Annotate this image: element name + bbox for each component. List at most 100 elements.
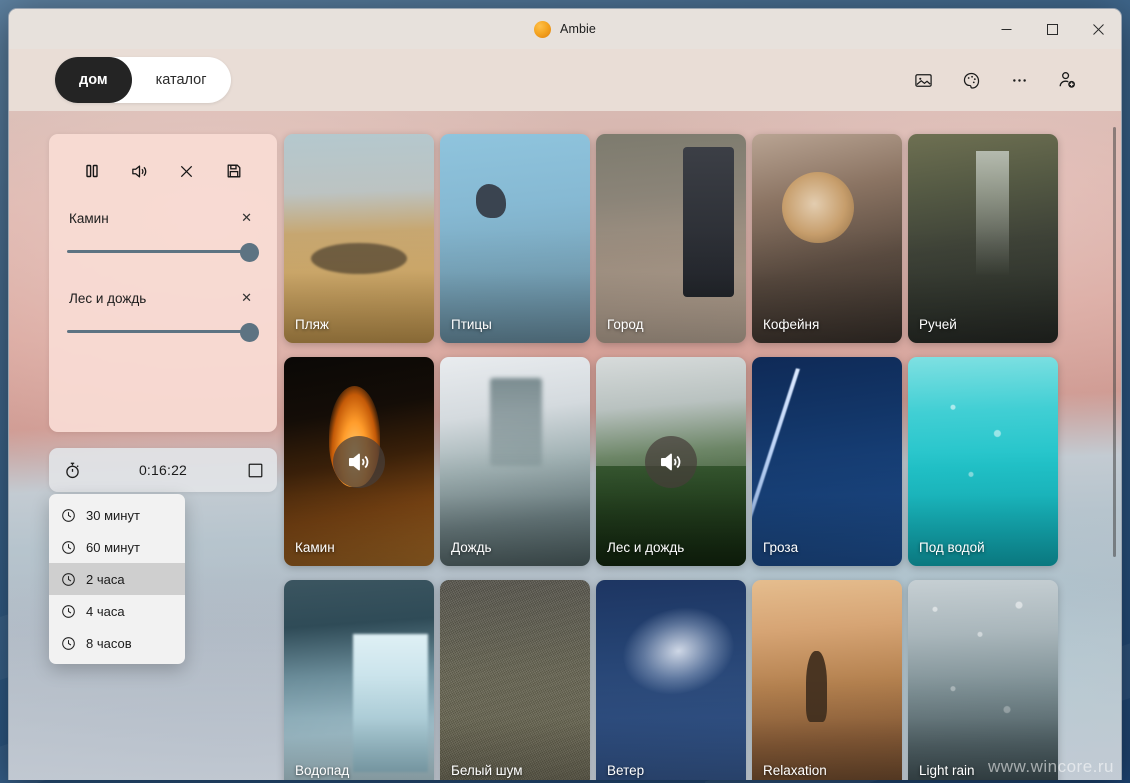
timer-duration-menu: 30 минут 60 минут 2 часа 4 часа 8 часов bbox=[49, 494, 185, 664]
sound-card-label: Белый шум bbox=[451, 763, 523, 778]
playing-speaker-icon[interactable] bbox=[333, 435, 385, 488]
sound-card[interactable]: Пляж bbox=[284, 134, 434, 343]
sound-card-label: Птицы bbox=[451, 317, 492, 332]
window-controls bbox=[983, 9, 1121, 49]
sound-card[interactable]: Камин bbox=[284, 357, 434, 566]
sound-card-overlay bbox=[752, 580, 902, 780]
sound-card-overlay bbox=[752, 357, 902, 566]
sound-card-overlay bbox=[440, 134, 590, 343]
sound-card-label: Пляж bbox=[295, 317, 329, 332]
title-center: Ambie bbox=[9, 9, 1121, 49]
timer-option-30min[interactable]: 30 минут bbox=[49, 499, 185, 531]
sound-card-overlay bbox=[440, 580, 590, 780]
playing-speaker-icon[interactable] bbox=[645, 435, 697, 488]
left-column: Камин ✕ Лес и дождь ✕ 0:16:22 30 минут 6… bbox=[49, 134, 277, 664]
sound-card-overlay bbox=[284, 134, 434, 343]
volume-slider[interactable] bbox=[67, 242, 259, 262]
sound-card[interactable]: Кофейня bbox=[752, 134, 902, 343]
volume-slider-track bbox=[67, 250, 249, 253]
sound-card-overlay bbox=[908, 134, 1058, 343]
sound-card-label: Light rain bbox=[919, 763, 975, 778]
sound-card-label: Кофейня bbox=[763, 317, 820, 332]
clock-icon bbox=[61, 572, 76, 587]
mixer-panel: Камин ✕ Лес и дождь ✕ bbox=[49, 134, 277, 432]
sound-card-overlay bbox=[596, 580, 746, 780]
timer-option-label: 30 минут bbox=[86, 507, 140, 523]
minimize-icon[interactable] bbox=[983, 9, 1029, 49]
sound-card[interactable]: Гроза bbox=[752, 357, 902, 566]
sound-card[interactable]: Под водой bbox=[908, 357, 1058, 566]
app-header: дом каталог bbox=[9, 49, 1121, 111]
stopwatch-icon[interactable] bbox=[63, 461, 89, 480]
app-body: Камин ✕ Лес и дождь ✕ 0:16:22 30 минут 6… bbox=[9, 111, 1121, 780]
scrollbar-thumb[interactable] bbox=[1113, 127, 1116, 557]
sound-card[interactable]: Птицы bbox=[440, 134, 590, 343]
header-actions bbox=[909, 66, 1103, 94]
sound-card[interactable]: Ручей bbox=[908, 134, 1058, 343]
sound-grid: Пляж Птицы Город Кофейня Ручей Камин Дождь Лес … bbox=[284, 134, 1103, 780]
title-bar: Ambie bbox=[9, 9, 1121, 49]
sound-card-overlay bbox=[596, 134, 746, 343]
clock-icon bbox=[61, 508, 76, 523]
sound-card-label: Город bbox=[607, 317, 644, 332]
more-icon[interactable] bbox=[1005, 66, 1033, 94]
mixer-channel-header: Камин ✕ bbox=[67, 208, 259, 228]
stop-square-icon[interactable] bbox=[237, 463, 263, 478]
mixer-channel-header: Лес и дождь ✕ bbox=[67, 288, 259, 308]
app-title: Ambie bbox=[560, 22, 596, 36]
speaker-icon[interactable] bbox=[122, 156, 156, 186]
mixer-channel: Камин ✕ bbox=[67, 208, 259, 262]
mixer-channel-remove-button[interactable]: ✕ bbox=[236, 288, 257, 308]
sound-card[interactable]: Relaxation bbox=[752, 580, 902, 780]
nav-segmented-control: дом каталог bbox=[55, 57, 231, 103]
sound-card-label: Гроза bbox=[763, 540, 799, 555]
tab-catalog[interactable]: каталог bbox=[132, 57, 231, 103]
volume-slider-thumb[interactable] bbox=[240, 243, 259, 262]
mixer-channel-label: Камин bbox=[69, 210, 109, 226]
timer-option-label: 8 часов bbox=[86, 635, 132, 651]
mixer-channel-label: Лес и дождь bbox=[69, 290, 147, 306]
timer-option-label: 2 часа bbox=[86, 571, 125, 587]
sound-card-label: Relaxation bbox=[763, 763, 827, 778]
app-window: Ambie дом каталог Камин ✕ Лес и дождь ✕ … bbox=[8, 8, 1122, 780]
sound-card-label: Ручей bbox=[919, 317, 957, 332]
sound-card-overlay bbox=[284, 580, 434, 780]
sound-card[interactable]: Light rain bbox=[908, 580, 1058, 780]
palette-icon[interactable] bbox=[957, 66, 985, 94]
pause-icon[interactable] bbox=[75, 156, 109, 186]
timer-option-2h[interactable]: 2 часа bbox=[49, 563, 185, 595]
sound-card-overlay bbox=[752, 134, 902, 343]
tab-home[interactable]: дом bbox=[55, 57, 132, 103]
sound-card-label: Лес и дождь bbox=[607, 540, 685, 555]
clock-icon bbox=[61, 636, 76, 651]
timer-option-8h[interactable]: 8 часов bbox=[49, 627, 185, 659]
maximize-icon[interactable] bbox=[1029, 9, 1075, 49]
close-icon[interactable] bbox=[1075, 9, 1121, 49]
ambie-orb-icon bbox=[534, 20, 552, 38]
mixer-channel-remove-button[interactable]: ✕ bbox=[236, 208, 257, 228]
sound-card[interactable]: Город bbox=[596, 134, 746, 343]
timer-panel[interactable]: 0:16:22 bbox=[49, 448, 277, 492]
sound-card-label: Ветер bbox=[607, 763, 645, 778]
add-user-icon[interactable] bbox=[1053, 66, 1081, 94]
image-icon[interactable] bbox=[909, 66, 937, 94]
timer-option-4h[interactable]: 4 часа bbox=[49, 595, 185, 627]
sound-card[interactable]: Лес и дождь bbox=[596, 357, 746, 566]
timer-value: 0:16:22 bbox=[138, 462, 188, 478]
volume-slider-thumb[interactable] bbox=[240, 323, 259, 342]
clear-icon[interactable] bbox=[170, 156, 204, 186]
save-icon[interactable] bbox=[217, 156, 251, 186]
sound-card[interactable]: Белый шум bbox=[440, 580, 590, 780]
sound-card[interactable]: Ветер bbox=[596, 580, 746, 780]
scrollbar-track[interactable] bbox=[1113, 127, 1116, 727]
timer-option-60min[interactable]: 60 минут bbox=[49, 531, 185, 563]
sound-card[interactable]: Водопад bbox=[284, 580, 434, 780]
sound-card[interactable]: Дождь bbox=[440, 357, 590, 566]
mixer-toolbar bbox=[67, 150, 259, 186]
timer-option-label: 60 минут bbox=[86, 539, 140, 555]
sound-card-overlay bbox=[908, 580, 1058, 780]
sound-card-overlay bbox=[908, 357, 1058, 566]
sound-card-label: Водопад bbox=[295, 763, 350, 778]
volume-slider[interactable] bbox=[67, 322, 259, 342]
sound-card-overlay bbox=[440, 357, 590, 566]
